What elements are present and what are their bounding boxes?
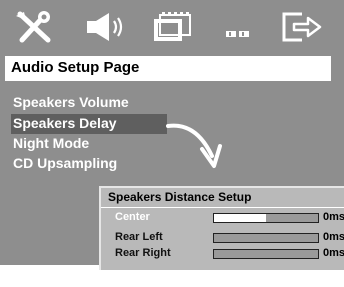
row-label-rear-left: Rear Left	[115, 231, 163, 243]
general-setup-icon[interactable]	[14, 10, 54, 44]
submenu-title: Speakers Distance Setup	[108, 190, 252, 204]
page-title: Audio Setup Page	[11, 59, 140, 76]
top-icon-bar	[0, 0, 344, 56]
rear-left-delay-value: 0ms	[323, 231, 344, 243]
screen: Audio Setup Page Speakers Volume Speaker…	[0, 0, 344, 287]
audio-setup-icon[interactable]	[85, 12, 133, 42]
center-delay-fill	[214, 214, 266, 222]
row-label-center: Center	[115, 211, 150, 223]
distance-row-rear-left[interactable]: Rear Left 0ms	[101, 230, 344, 246]
header-bar: Audio Setup Page	[5, 56, 331, 81]
speakers-distance-panel: Speakers Distance Setup Center 0ms Rear …	[99, 186, 344, 270]
distance-row-center[interactable]: Center 0ms	[101, 210, 344, 226]
distance-row-rear-right[interactable]: Rear Right 0ms	[101, 246, 344, 262]
rear-right-delay-slider[interactable]	[213, 249, 319, 259]
exit-icon[interactable]	[280, 10, 324, 44]
rear-left-delay-slider[interactable]	[213, 233, 319, 243]
center-delay-slider[interactable]	[213, 213, 319, 223]
menu-item-speakers-delay[interactable]: Speakers Delay	[13, 115, 117, 131]
rear-right-delay-value: 0ms	[323, 247, 344, 259]
video-setup-icon[interactable]	[150, 11, 194, 43]
menu-item-cd-upsampling[interactable]: CD Upsampling	[13, 155, 117, 171]
center-delay-value: 0ms	[323, 211, 344, 223]
row-label-rear-right: Rear Right	[115, 247, 171, 259]
preferences-icon[interactable]	[224, 27, 252, 39]
menu-item-speakers-volume[interactable]: Speakers Volume	[13, 94, 129, 110]
menu-item-night-mode[interactable]: Night Mode	[13, 135, 89, 151]
submenu-divider	[101, 207, 344, 208]
